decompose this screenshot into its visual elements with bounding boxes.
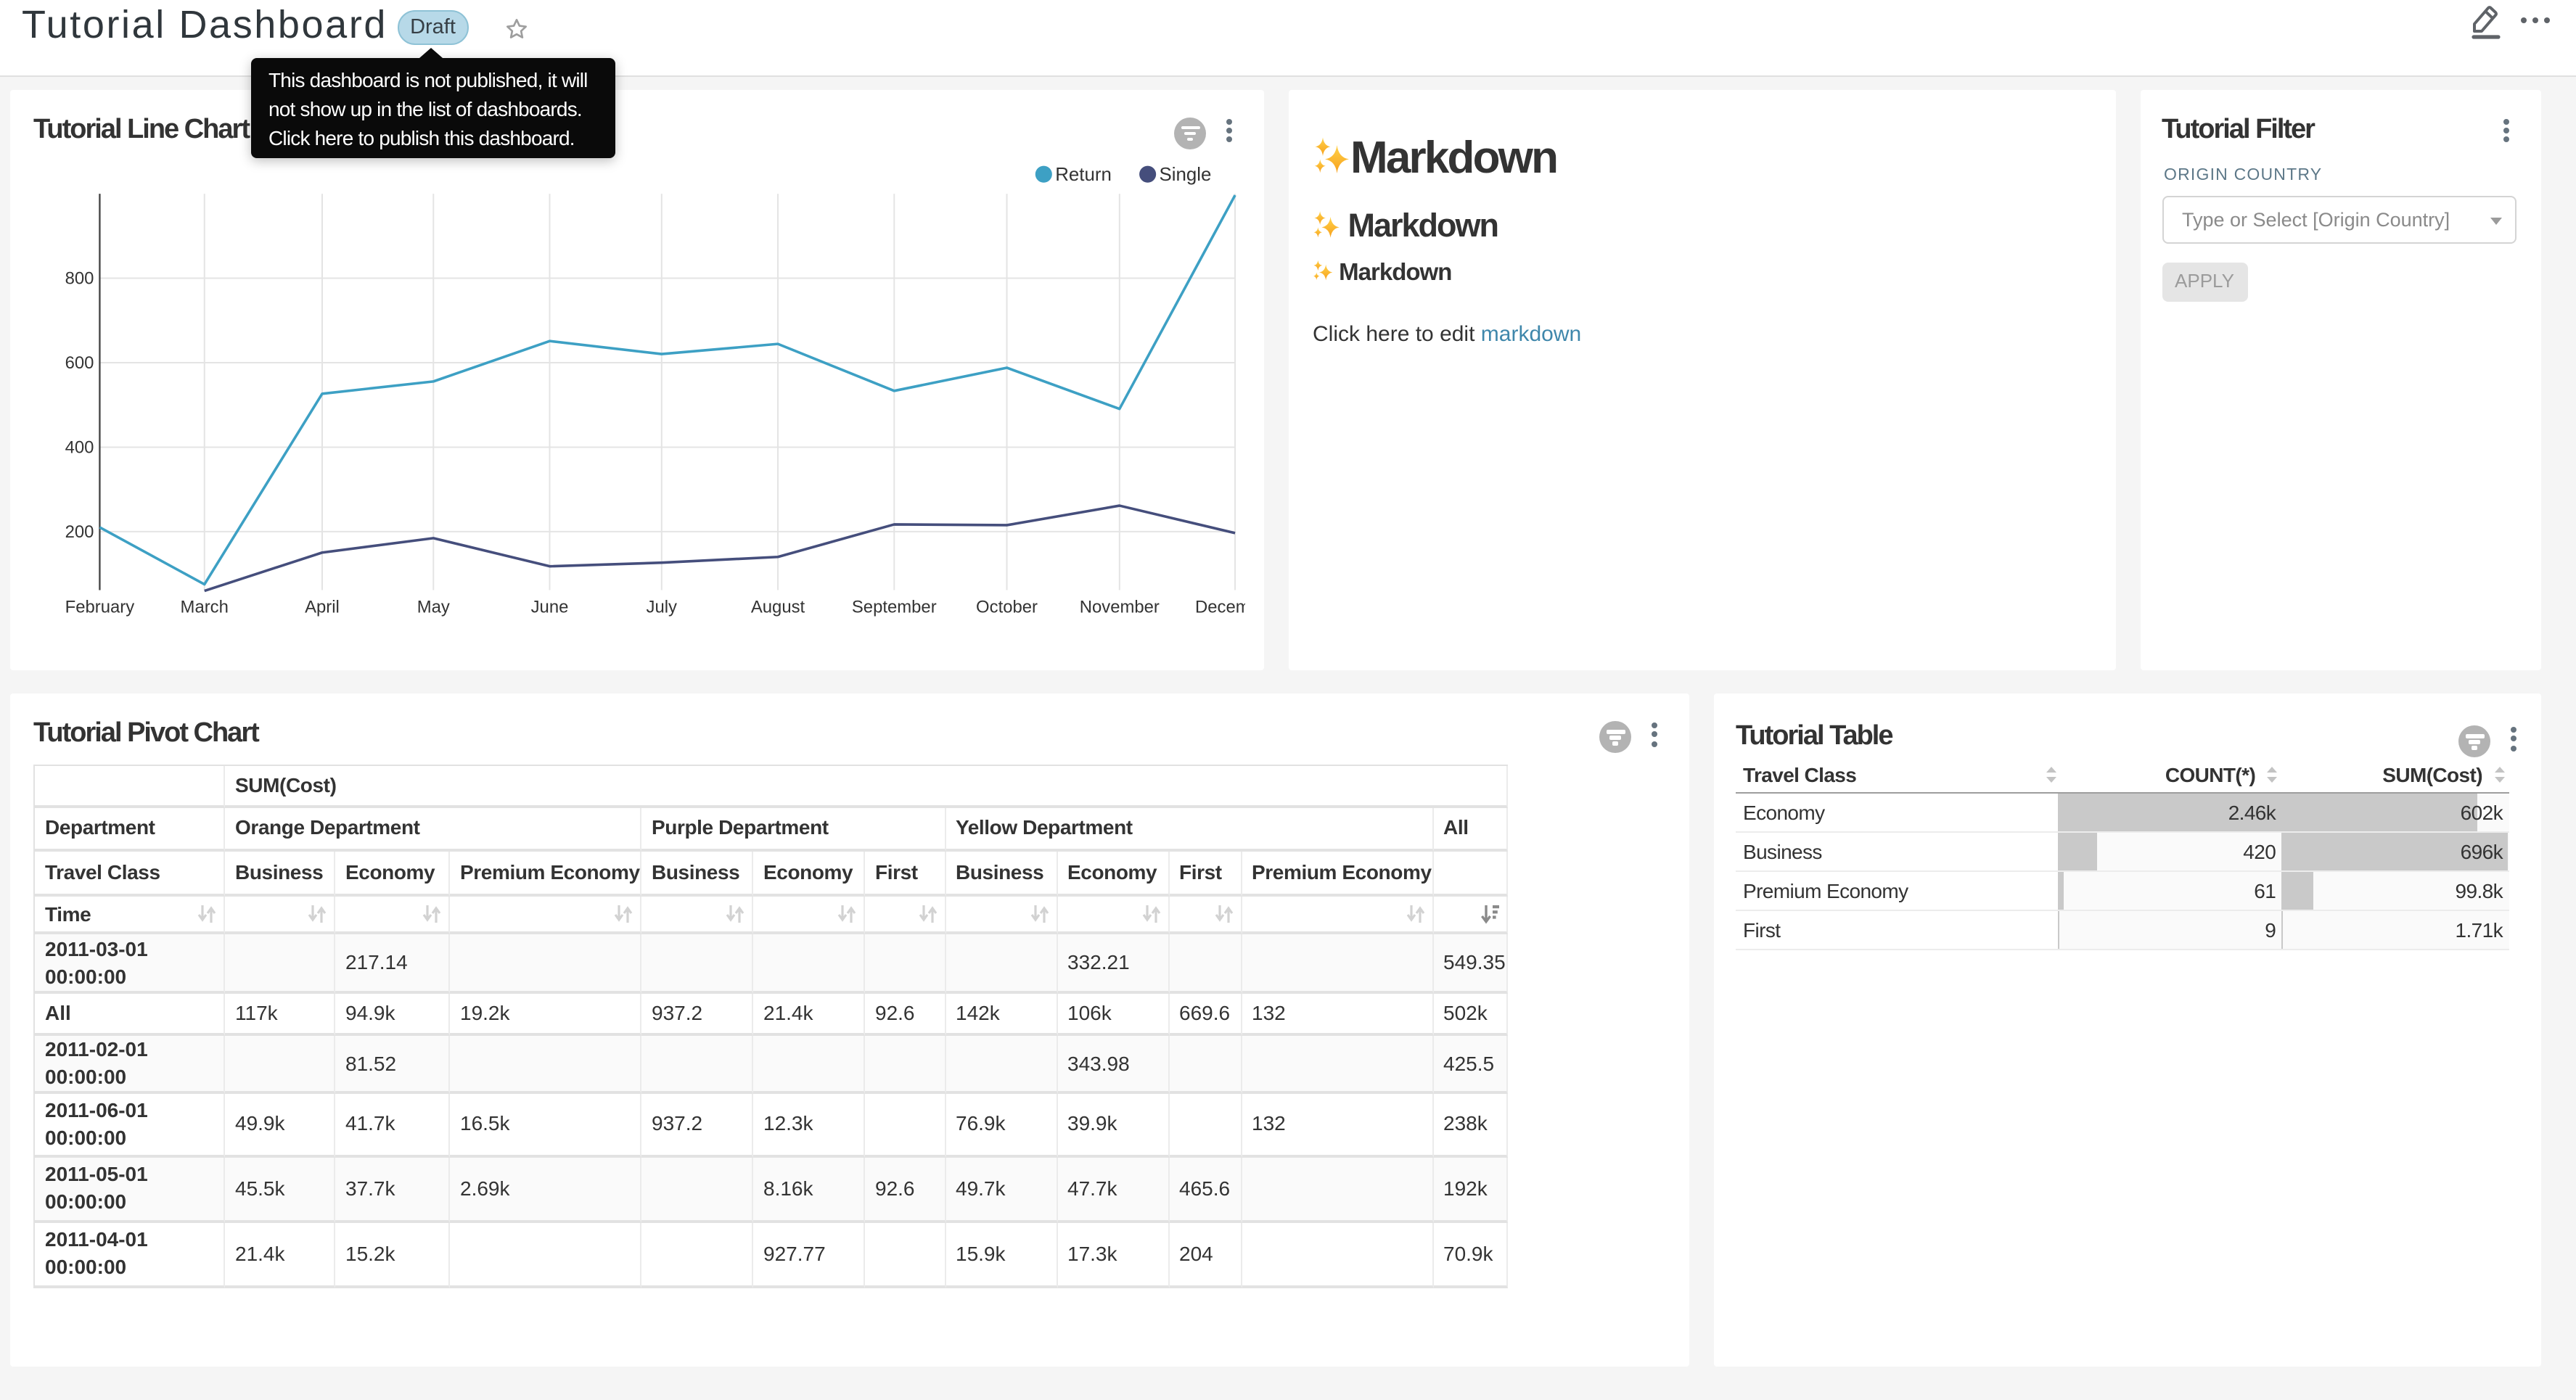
svg-text:400: 400 bbox=[65, 437, 94, 456]
svg-text:March: March bbox=[181, 596, 229, 616]
svg-text:June: June bbox=[531, 596, 569, 616]
svg-text:August: August bbox=[751, 596, 805, 616]
svg-text:Return: Return bbox=[1055, 164, 1112, 184]
svg-text:600: 600 bbox=[65, 353, 94, 372]
svg-text:200: 200 bbox=[65, 522, 94, 541]
svg-text:Single: Single bbox=[1160, 164, 1212, 184]
svg-text:July: July bbox=[647, 596, 678, 616]
svg-text:February: February bbox=[65, 596, 135, 616]
svg-text:December: December bbox=[1195, 596, 1245, 616]
svg-text:September: September bbox=[852, 596, 937, 616]
svg-text:October: October bbox=[976, 596, 1038, 616]
svg-text:April: April bbox=[305, 596, 340, 616]
svg-text:November: November bbox=[1080, 596, 1160, 616]
svg-text:800: 800 bbox=[65, 268, 94, 288]
svg-text:May: May bbox=[417, 596, 450, 616]
